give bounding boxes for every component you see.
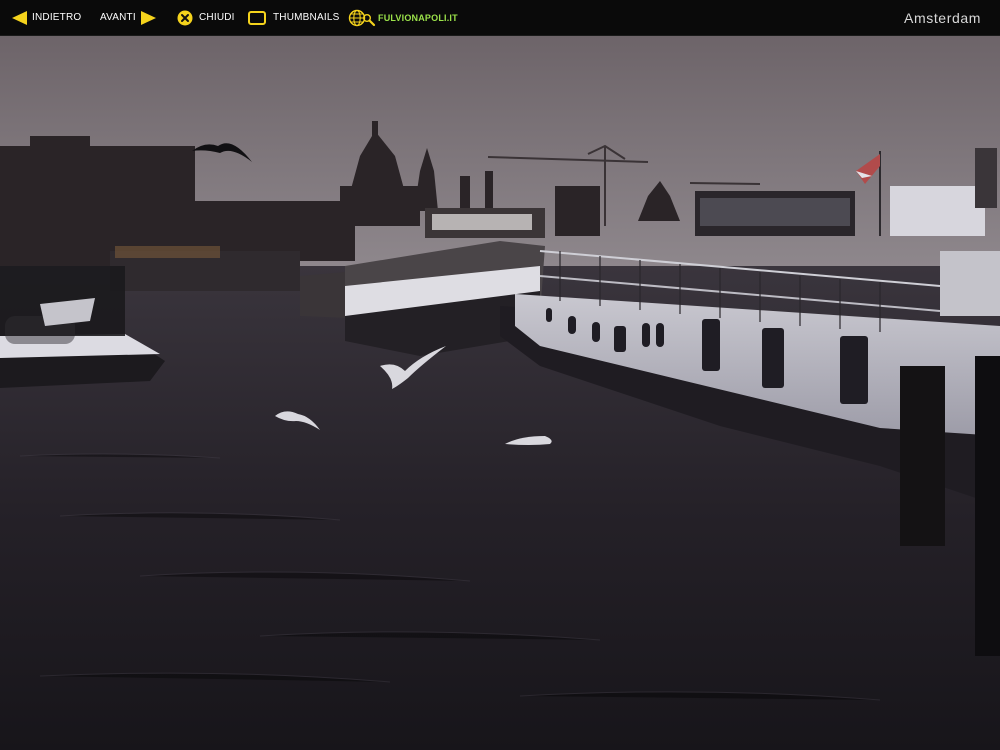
globe-search-icon: [348, 9, 376, 26]
site-link-label: FULVIONAPOLI.IT: [378, 12, 458, 23]
thumbnails-icon: [248, 10, 266, 25]
close-button[interactable]: CHIUDI: [177, 0, 235, 35]
arrow-right-icon: [140, 10, 156, 25]
next-button[interactable]: AVANTI: [100, 0, 156, 35]
thumbnails-button[interactable]: THUMBNAILS: [248, 0, 339, 35]
arrow-left-icon: [12, 10, 27, 25]
top-toolbar: INDIETRO AVANTI CHIUDI THUMBNAILS FULVIO…: [0, 0, 1000, 36]
next-label: AVANTI: [100, 12, 136, 23]
thumbnails-label: THUMBNAILS: [273, 12, 340, 23]
site-link[interactable]: FULVIONAPOLI.IT: [348, 0, 458, 35]
previous-label: INDIETRO: [32, 12, 82, 23]
gallery-photo: [0, 36, 1000, 750]
canal-photo-image: [0, 36, 1000, 750]
previous-button[interactable]: INDIETRO: [12, 0, 81, 35]
gallery-title: Amsterdam: [904, 9, 981, 26]
close-icon: [177, 10, 193, 25]
close-label: CHIUDI: [199, 12, 235, 23]
